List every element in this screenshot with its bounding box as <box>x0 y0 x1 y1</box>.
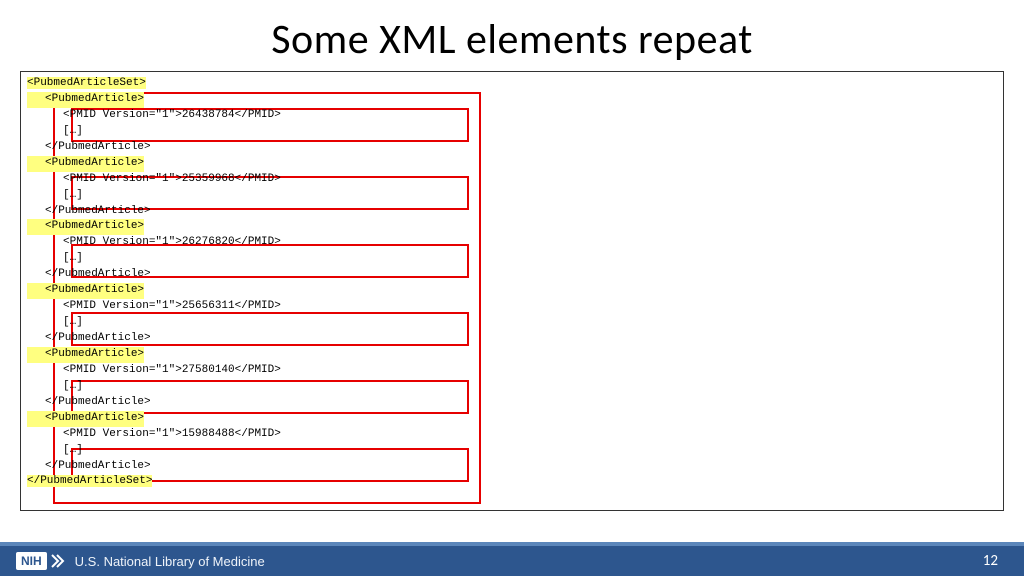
ellipsis-line: […] <box>27 379 83 395</box>
ellipsis-line: […] <box>27 443 83 459</box>
page-number: 12 <box>983 552 998 570</box>
xml-content: <PubmedArticleSet> <PubmedArticle> <PMID… <box>27 76 997 490</box>
pmid-line-4: <PMID Version="1">25656311</PMID> <box>27 299 281 315</box>
ellipsis-line: […] <box>27 315 83 331</box>
pmid-line-1: <PMID Version="1">26438784</PMID> <box>27 108 281 124</box>
pmid-line-3: <PMID Version="1">26276820</PMID> <box>27 235 281 251</box>
pmid-line-5: <PMID Version="1">27580140</PMID> <box>27 363 281 379</box>
xml-code-box: <PubmedArticleSet> <PubmedArticle> <PMID… <box>20 71 1004 511</box>
tag-set-close: </PubmedArticleSet> <box>27 475 152 487</box>
pmid-line-6: <PMID Version="1">15988488</PMID> <box>27 427 281 443</box>
tag-article-open: <PubmedArticle> <box>27 156 144 172</box>
pmid-line-2: <PMID Version="1">25359968</PMID> <box>27 172 281 188</box>
tag-article-close: </PubmedArticle> <box>27 459 151 475</box>
tag-set-open: <PubmedArticleSet> <box>27 77 146 89</box>
ellipsis-line: […] <box>27 251 83 267</box>
tag-article-close: </PubmedArticle> <box>27 267 151 283</box>
tag-article-close: </PubmedArticle> <box>27 140 151 156</box>
tag-article-open: <PubmedArticle> <box>27 347 144 363</box>
tag-article-open: <PubmedArticle> <box>27 411 144 427</box>
nih-badge: NIH <box>16 552 47 570</box>
tag-article-close: </PubmedArticle> <box>27 204 151 220</box>
ellipsis-line: […] <box>27 124 83 140</box>
tag-article-open: <PubmedArticle> <box>27 283 144 299</box>
tag-article-open: <PubmedArticle> <box>27 219 144 235</box>
tag-article-close: </PubmedArticle> <box>27 395 151 411</box>
footer-org-text: U.S. National Library of Medicine <box>75 554 265 569</box>
nih-logo: NIH <box>16 552 65 570</box>
chevron-right-icon <box>49 553 65 569</box>
tag-article-open: <PubmedArticle> <box>27 92 144 108</box>
ellipsis-line: […] <box>27 188 83 204</box>
slide-title: Some XML elements repeat <box>0 0 1024 71</box>
footer-bar: NIH U.S. National Library of Medicine 12 <box>0 542 1024 576</box>
tag-article-close: </PubmedArticle> <box>27 331 151 347</box>
